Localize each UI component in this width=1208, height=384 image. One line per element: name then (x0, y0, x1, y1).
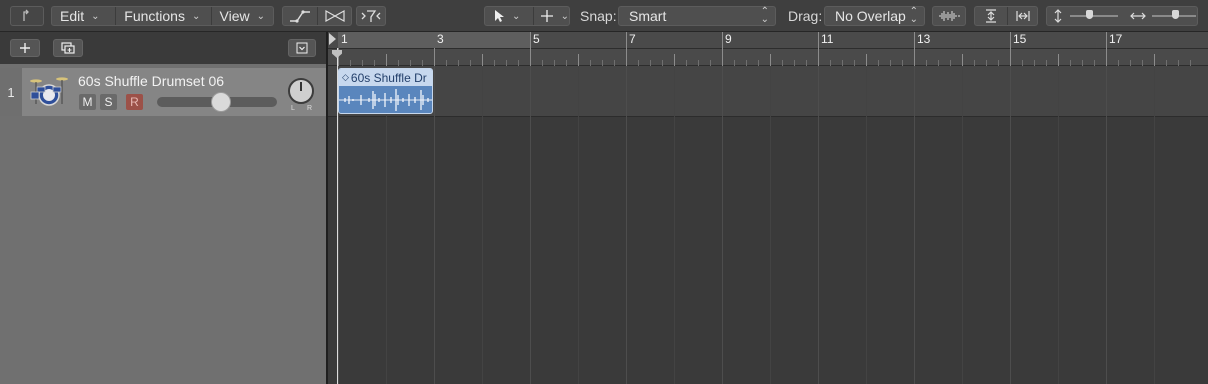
track-number: 1 (0, 68, 22, 116)
flex-button[interactable] (317, 7, 351, 25)
pan-indicator (300, 82, 302, 91)
up-down-chevron-icon: ◇ (342, 72, 349, 82)
slider-thumb[interactable] (1086, 10, 1093, 19)
drag-value: No Overlap (835, 8, 906, 24)
pan-right-label: R (307, 105, 313, 112)
vertical-fit-icon (986, 9, 996, 23)
catch-button[interactable] (10, 6, 44, 26)
pointer-tool-menu[interactable]: ⌄ (485, 7, 533, 25)
up-down-chevron-icon: ⌃ ⌄ (760, 6, 769, 25)
locator-start-marker[interactable] (329, 33, 336, 45)
playhead[interactable] (337, 48, 338, 384)
zoom-sliders-group (1046, 6, 1198, 26)
chevron-down-icon: ⌄ (512, 10, 521, 22)
bar-number-1: 1 (341, 32, 348, 46)
waveform (339, 89, 432, 111)
pointer-icon (495, 10, 504, 22)
bar-number-11: 11 (821, 32, 834, 46)
add-track-button[interactable] (10, 39, 40, 57)
duplicate-track-button[interactable] (53, 39, 83, 57)
audio-region[interactable]: ◇ 60s Shuffle Dr (338, 68, 433, 114)
filter-icon (361, 10, 381, 22)
flex-time-icon (324, 9, 345, 23)
chevron-down-icon: ⌄ (256, 10, 265, 22)
automation-curve-icon (290, 10, 310, 23)
chevron-down-icon: ⌄ (560, 10, 569, 22)
horizontal-fit-button[interactable] (1007, 7, 1037, 25)
drag-select[interactable]: No Overlap ⌃ ⌄ (824, 6, 925, 26)
global-tracks-button[interactable] (288, 39, 316, 57)
bar-number-17: 17 (1109, 32, 1123, 46)
vertical-zoom-icon (1054, 9, 1062, 23)
tracks-area[interactable] (328, 66, 1208, 384)
chevron-down-icon: ⌄ (91, 10, 100, 22)
view-menu-label: View (219, 8, 250, 24)
functions-menu-label: Functions (124, 8, 185, 24)
cycle-area[interactable] (338, 32, 530, 48)
horizontal-zoom-slider[interactable] (1152, 9, 1196, 23)
region-header: ◇ 60s Shuffle Dr (339, 69, 432, 86)
snap-value: Smart (629, 8, 667, 24)
bar-number-9: 9 (725, 32, 732, 46)
record-enable-button[interactable]: R (126, 94, 143, 110)
horizontal-fit-icon (1015, 11, 1030, 21)
mute-button[interactable]: M (79, 94, 96, 110)
automation-button[interactable] (283, 7, 317, 25)
horizontal-zoom-icon (1130, 12, 1146, 20)
bar-number-13: 13 (917, 32, 931, 46)
drag-label: Drag: (788, 8, 823, 24)
solo-button[interactable]: S (100, 94, 117, 110)
chevron-down-icon: ⌄ (191, 10, 201, 22)
tool-group: ⌄ ⌄ (484, 6, 570, 26)
track-header[interactable]: 1 60s Shuffle Drumset 06 M S R L R (0, 68, 326, 116)
chevron-down-box-icon (296, 42, 308, 54)
track-name[interactable]: 60s Shuffle Drumset 06 (78, 73, 224, 89)
waveform-icon (939, 11, 960, 21)
bar-number-3: 3 (437, 32, 444, 46)
drum-kit-icon (30, 74, 68, 108)
automation-group (282, 6, 352, 26)
slider-thumb[interactable] (1172, 10, 1179, 19)
track-header-bar (0, 32, 328, 64)
bar-number-7: 7 (629, 32, 636, 46)
pan-knob[interactable] (288, 78, 314, 104)
region-name: 60s Shuffle Dr (350, 70, 427, 85)
volume-slider[interactable] (157, 92, 277, 112)
plus-icon (20, 43, 30, 53)
bar-number-5: 5 (533, 32, 540, 46)
vertical-zoom-slider[interactable] (1070, 9, 1118, 23)
duplicate-icon (61, 42, 75, 54)
waveform-zoom-button[interactable] (932, 6, 966, 26)
bar-number-15: 15 (1013, 32, 1027, 46)
filter-button[interactable] (356, 6, 386, 26)
volume-thumb[interactable] (211, 92, 231, 112)
crosshair-icon (540, 10, 553, 22)
view-menu[interactable]: View ⌄ (210, 7, 273, 25)
edit-menu[interactable]: Edit ⌄ (52, 7, 115, 25)
snap-select[interactable]: Smart ⌃ ⌄ (618, 6, 776, 26)
functions-menu[interactable]: Functions ⌄ (115, 7, 210, 25)
snap-label: Snap: (580, 8, 617, 24)
up-down-chevron-icon: ⌃ ⌄ (909, 6, 918, 25)
edit-menu-label: Edit (60, 8, 85, 24)
vertical-fit-button[interactable] (975, 7, 1007, 25)
fit-group (974, 6, 1038, 26)
menu-group: Edit ⌄ Functions ⌄ View ⌄ (51, 6, 274, 26)
catch-playhead-icon (23, 9, 29, 21)
secondary-tool-menu[interactable]: ⌄ (532, 7, 569, 25)
pan-left-label: L (291, 105, 295, 112)
toolbar: Edit ⌄ Functions ⌄ View ⌄ ⌄ ⌄ Snap: Smart ⌃… (0, 0, 1208, 32)
